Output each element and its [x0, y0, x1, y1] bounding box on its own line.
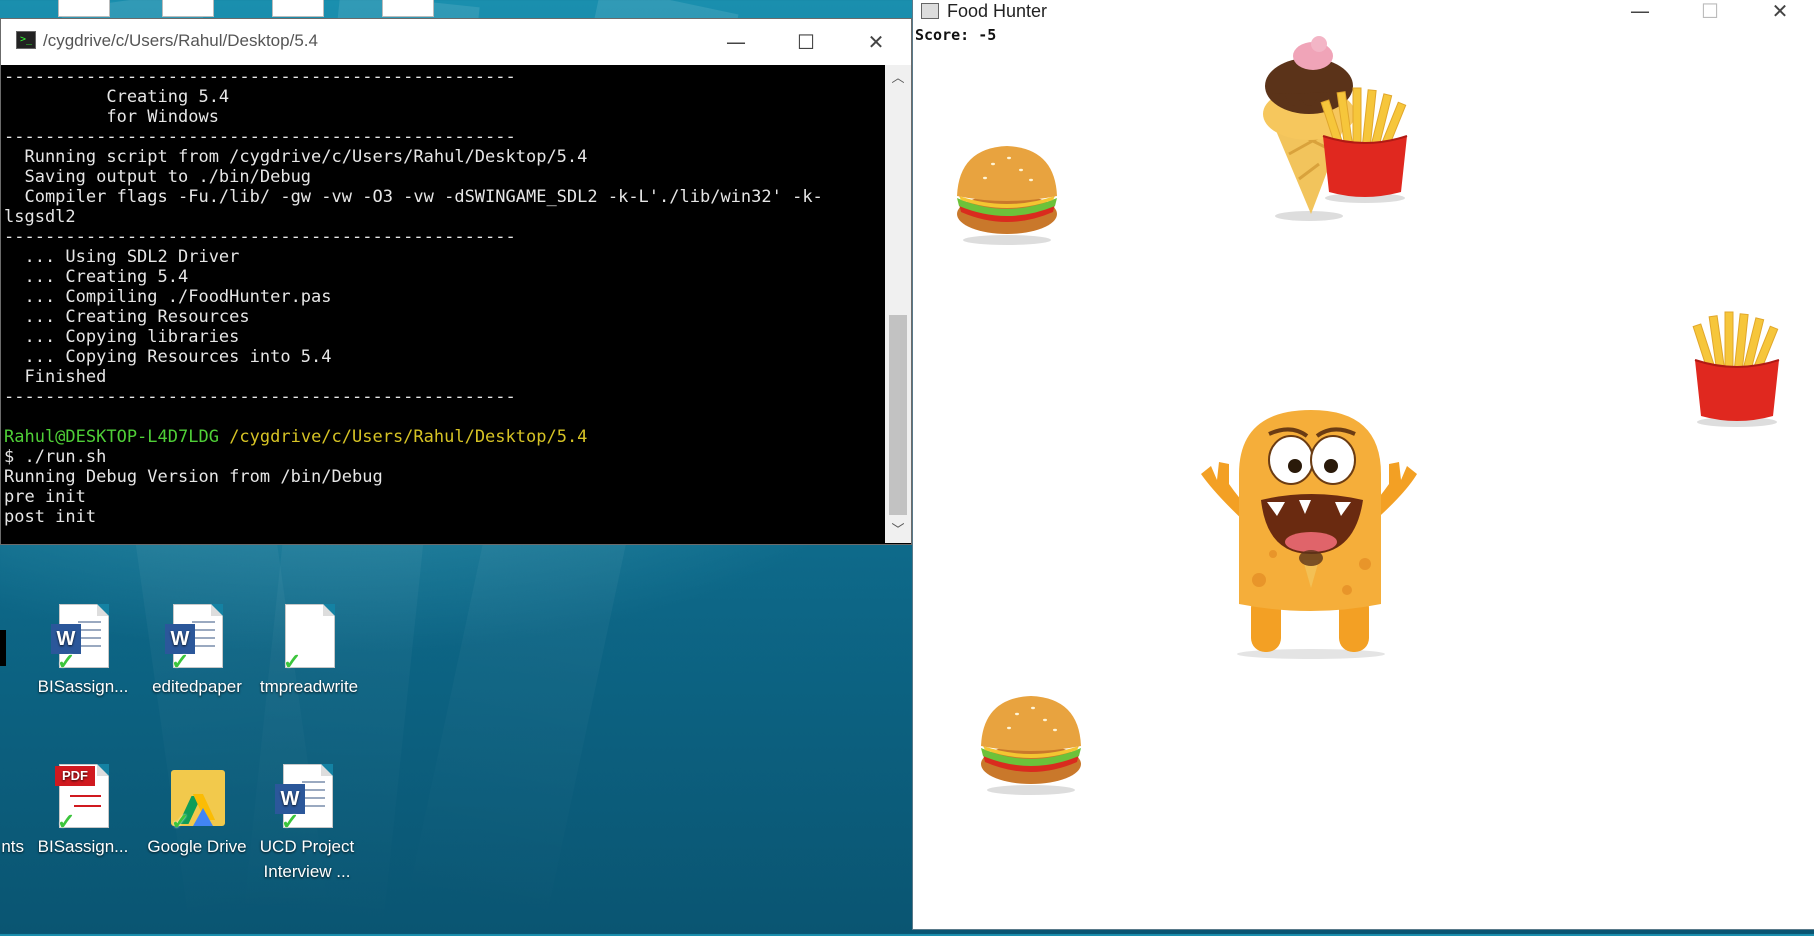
desktop-icon-label: BISassign... [37, 837, 129, 856]
terminal-titlebar[interactable]: >_ /cygdrive/c/Users/Rahul/Desktop/5.4 —… [1, 19, 911, 65]
desktop-icon-partial[interactable] [382, 0, 434, 17]
prompt-user: Rahul@DESKTOP-L4D7LDG [4, 427, 219, 447]
partial-window-edge [0, 630, 6, 666]
burger-sprite [981, 696, 1081, 795]
terminal-app-icon: >_ [16, 31, 36, 49]
terminal-line: Creating 5.4 [4, 87, 230, 107]
minimize-button[interactable]: — [1605, 0, 1675, 24]
terminal-line: ----------------------------------------… [4, 67, 516, 87]
pdf-document-icon: PDF ✓ [51, 764, 115, 834]
game-app-icon [921, 3, 939, 19]
terminal-output-line: pre init [4, 487, 86, 507]
terminal-console[interactable]: ----------------------------------------… [4, 65, 884, 545]
terminal-title: /cygdrive/c/Users/Rahul/Desktop/5.4 [43, 31, 318, 50]
terminal-line: lsgsdl2 [4, 207, 76, 227]
desktop-icon-label: BISassign... [37, 677, 129, 696]
blank-file-icon: ✓ [277, 604, 341, 674]
terminal-output-block: ----------------------------------------… [4, 67, 884, 427]
word-document-icon: W ✓ [165, 604, 229, 674]
score-label: Score: -5 [915, 26, 997, 44]
terminal-line: Saving output to ./bin/Debug [4, 167, 312, 187]
fries-sprite [1320, 87, 1408, 203]
word-document-icon: W ✓ [51, 604, 115, 674]
fries-sprite [1692, 311, 1780, 427]
desktop-icon-label: UCD Project Interview ... [259, 837, 355, 881]
terminal-prompt-line: Rahul@DESKTOP-L4D7LDG /cygdrive/c/Users/… [4, 427, 884, 447]
terminal-line: ... Creating 5.4 [4, 267, 189, 287]
terminal-run-output: Running Debug Version from /bin/Debug pre… [4, 467, 884, 527]
desktop-icon-google-drive[interactable]: ✓ Google Drive [144, 764, 250, 859]
terminal-line: Finished [4, 367, 107, 387]
maximize-button[interactable]: ☐ [771, 19, 841, 65]
desktop-icon-partial[interactable] [162, 0, 214, 17]
desktop-icon-label: tmpreadwrite [259, 677, 359, 696]
terminal-line: ----------------------------------------… [4, 387, 516, 407]
prompt-path: /cygdrive/c/Users/Rahul/Desktop/5.4 [229, 427, 588, 447]
desktop-icon-label: editedpaper [152, 677, 242, 696]
terminal-line: ... Copying Resources into 5.4 [4, 347, 332, 367]
monster-player-sprite [1201, 410, 1417, 659]
terminal-line: ----------------------------------------… [4, 227, 516, 247]
terminal-output-line: post init [4, 507, 97, 527]
desktop-icon-partial[interactable] [58, 0, 110, 17]
close-button[interactable]: ✕ [1745, 0, 1814, 24]
desktop-icon-label: Google Drive [147, 837, 247, 856]
desktop-icon-ucd-project[interactable]: W ✓ UCD Project Interview ... [254, 764, 360, 884]
desktop-icon-tmpreadwrite[interactable]: ✓ tmpreadwrite [256, 604, 362, 699]
desktop-icon-bisassign-doc[interactable]: W ✓ BISassign... [30, 604, 136, 699]
scroll-up-arrow-icon[interactable]: ︿ [885, 65, 911, 91]
terminal-line: ... Copying libraries [4, 327, 240, 347]
desktop-icon-label: nts [1, 837, 24, 856]
terminal-line: Compiler flags -Fu./lib/ -gw -vw -O3 -vw… [4, 187, 823, 207]
scroll-down-arrow-icon[interactable]: ﹀ [885, 517, 911, 543]
terminal-line: Running script from /cygdrive/c/Users/Ra… [4, 147, 588, 167]
desktop-icon-bisassign-pdf[interactable]: PDF ✓ BISassign... [30, 764, 136, 859]
game-titlebar[interactable]: Food Hunter — ☐ ✕ [913, 0, 1814, 24]
terminal-line: ... Creating Resources [4, 307, 250, 327]
google-drive-folder-icon: ✓ [165, 764, 229, 834]
terminal-scrollbar[interactable]: ︿ ﹀ [885, 65, 911, 543]
maximize-button[interactable]: ☐ [1675, 0, 1745, 24]
close-button[interactable]: ✕ [841, 19, 911, 65]
desktop-icon-partial-left[interactable]: nts [0, 834, 24, 859]
burger-sprite [957, 146, 1057, 245]
terminal-line: ... Using SDL2 Driver [4, 247, 240, 267]
terminal-line: for Windows [4, 107, 219, 127]
scrollbar-thumb[interactable] [889, 315, 907, 515]
word-document-icon: W ✓ [275, 764, 339, 834]
terminal-window[interactable]: >_ /cygdrive/c/Users/Rahul/Desktop/5.4 —… [0, 18, 912, 545]
game-window[interactable]: Food Hunter — ☐ ✕ Score: -5 [912, 0, 1814, 930]
terminal-line: ... Compiling ./FoodHunter.pas [4, 287, 332, 307]
terminal-line: ----------------------------------------… [4, 127, 516, 147]
desktop-icon-editedpaper[interactable]: W ✓ editedpaper [144, 604, 250, 699]
terminal-command: $ ./run.sh [4, 447, 107, 467]
minimize-button[interactable]: — [701, 19, 771, 65]
game-title: Food Hunter [947, 1, 1048, 21]
terminal-output-line: Running Debug Version from /bin/Debug [4, 467, 383, 487]
desktop-icon-partial[interactable] [272, 0, 324, 17]
